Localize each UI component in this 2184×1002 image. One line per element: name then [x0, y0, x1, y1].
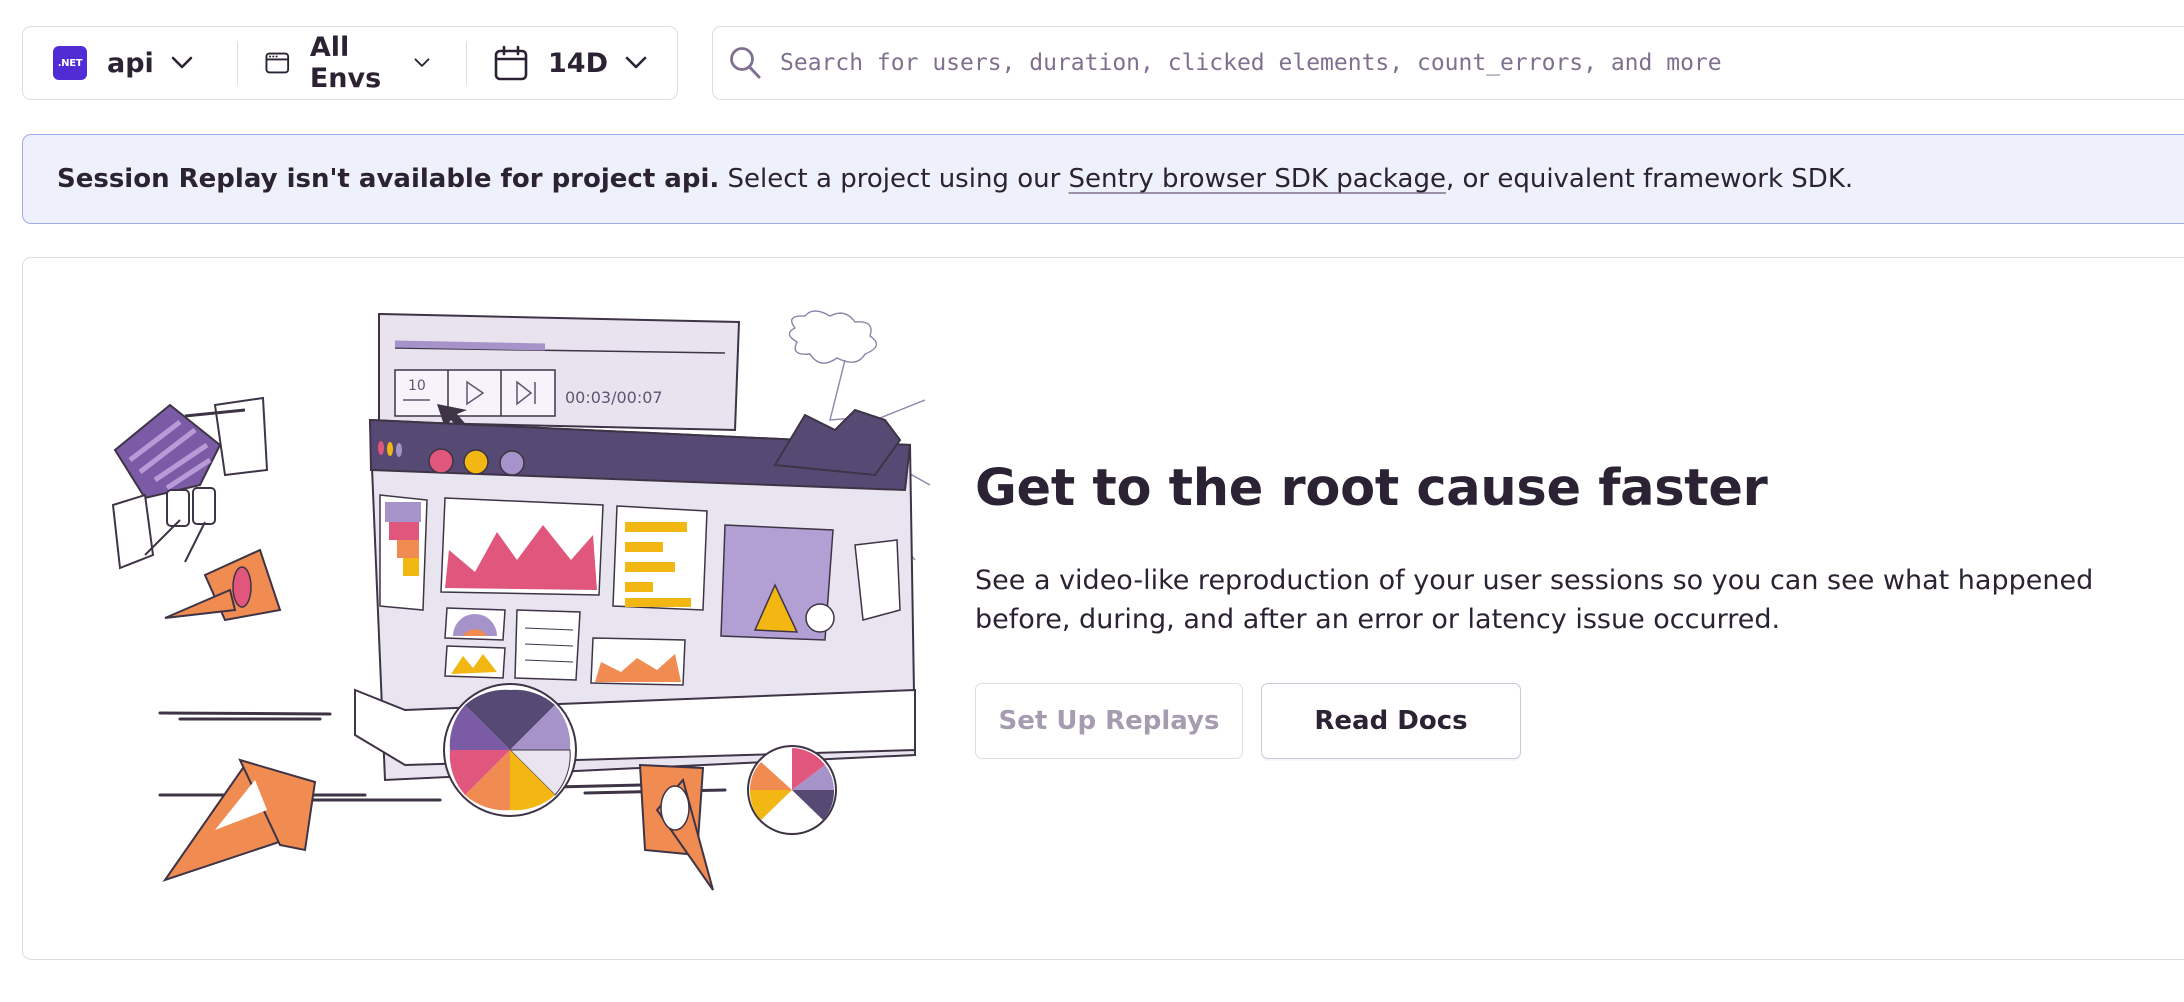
page-filter-bar: .NET api All Envs 14D [22, 26, 678, 100]
wheel-rear [747, 745, 837, 835]
set-up-replays-button[interactable]: Set Up Replays [975, 683, 1243, 759]
sdk-package-link[interactable]: Sentry browser SDK package [1069, 164, 1446, 194]
replay-unavailable-alert: Session Replay isn't available for proje… [22, 134, 2184, 224]
chevron-down-icon [171, 56, 193, 69]
dotnet-icon: .NET [53, 46, 87, 80]
character-figure [111, 396, 269, 570]
environment-selector-label: All Envs [309, 32, 382, 94]
player-time: 00:03/00:07 [565, 388, 663, 407]
search-icon [730, 47, 761, 79]
search-input[interactable] [780, 50, 2184, 76]
chevron-down-icon [625, 56, 647, 69]
video-player: 10 00:03/00:07 [378, 312, 741, 434]
search-bar[interactable] [712, 26, 2184, 100]
alert-text: Select a project using our [719, 164, 1069, 194]
alert-text-end: , or equivalent framework SDK. [1445, 164, 1854, 194]
date-range-label: 14D [548, 47, 608, 79]
traffic-cone-large [162, 758, 317, 882]
rewind-label: 10 [408, 378, 426, 394]
alert-title: Session Replay isn't available for proje… [57, 164, 720, 194]
date-range-selector[interactable]: 14D [466, 27, 677, 99]
browser-window-icon [265, 52, 290, 74]
read-docs-button[interactable]: Read Docs [1261, 683, 1521, 759]
traffic-cone [164, 548, 282, 622]
chevron-down-icon [414, 58, 430, 67]
project-selector[interactable]: .NET api [23, 27, 237, 99]
wheel-front [443, 683, 577, 817]
empty-state-description: See a video-like reproduction of your us… [975, 565, 2094, 635]
empty-state-title: Get to the root cause faster [975, 459, 1768, 518]
project-selector-label: api [107, 47, 154, 79]
environment-selector[interactable]: All Envs [237, 27, 465, 99]
calendar-icon [494, 45, 528, 81]
traffic-cone-center [638, 763, 714, 891]
replay-onboarding-panel: 10 00:03/00:07 Get to the root cause fas… [22, 257, 2184, 960]
replay-illustration: 10 00:03/00:07 [111, 310, 931, 891]
